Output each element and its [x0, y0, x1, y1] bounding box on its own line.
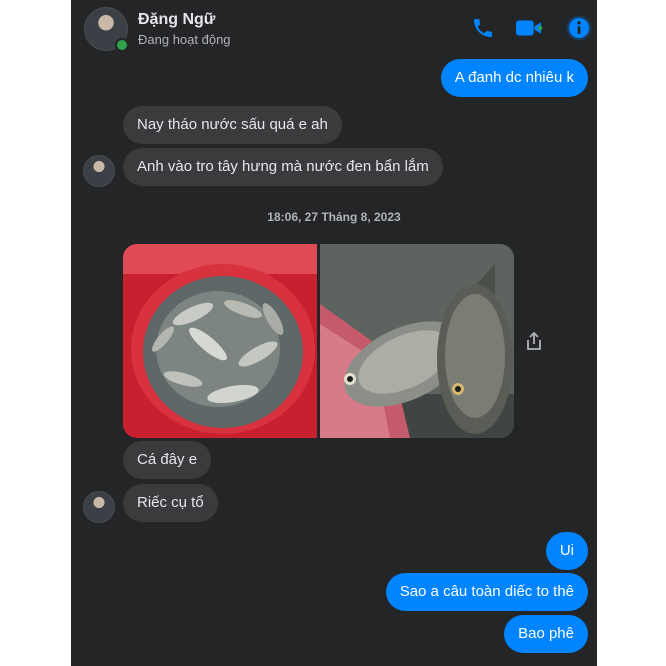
chat-window: Đặng Ngữ Đang hoạt động A đanh dc nhiêu …	[71, 0, 597, 666]
fish-basin-photo[interactable]	[123, 244, 317, 438]
message-bubble-incoming[interactable]: Cá đây e	[123, 441, 212, 479]
share-icon[interactable]	[523, 330, 545, 352]
message-bubble-incoming[interactable]: Riếc cụ tổ	[123, 484, 218, 522]
message-bubble-outgoing[interactable]: Bao phê	[504, 615, 588, 653]
sender-avatar[interactable]	[83, 155, 115, 187]
video-camera-icon[interactable]	[515, 14, 543, 42]
message-timestamp: 18:06, 27 Tháng 8, 2023	[267, 210, 401, 224]
message-bubble-incoming[interactable]: Nay tháo nước sấu quá e ah	[123, 106, 342, 144]
message-bubble-incoming[interactable]: Anh vào tro tây hưng mà nước đen bẩn lắm	[123, 148, 443, 186]
sender-avatar[interactable]	[83, 491, 115, 523]
chat-header: Đặng Ngữ Đang hoạt động	[71, 0, 597, 58]
carp-fish-photo[interactable]	[320, 244, 514, 438]
contact-status: Đang hoạt động	[138, 32, 231, 47]
contact-name[interactable]: Đặng Ngữ	[138, 11, 215, 29]
message-bubble-outgoing[interactable]: Ui	[545, 532, 588, 570]
message-bubble-outgoing[interactable]: A đanh dc nhiêu k	[440, 59, 588, 97]
online-status-dot	[115, 38, 129, 52]
phone-icon[interactable]	[469, 14, 497, 42]
info-icon[interactable]	[565, 14, 593, 42]
message-bubble-outgoing[interactable]: Sao a câu toàn diếc to thê	[385, 573, 588, 611]
